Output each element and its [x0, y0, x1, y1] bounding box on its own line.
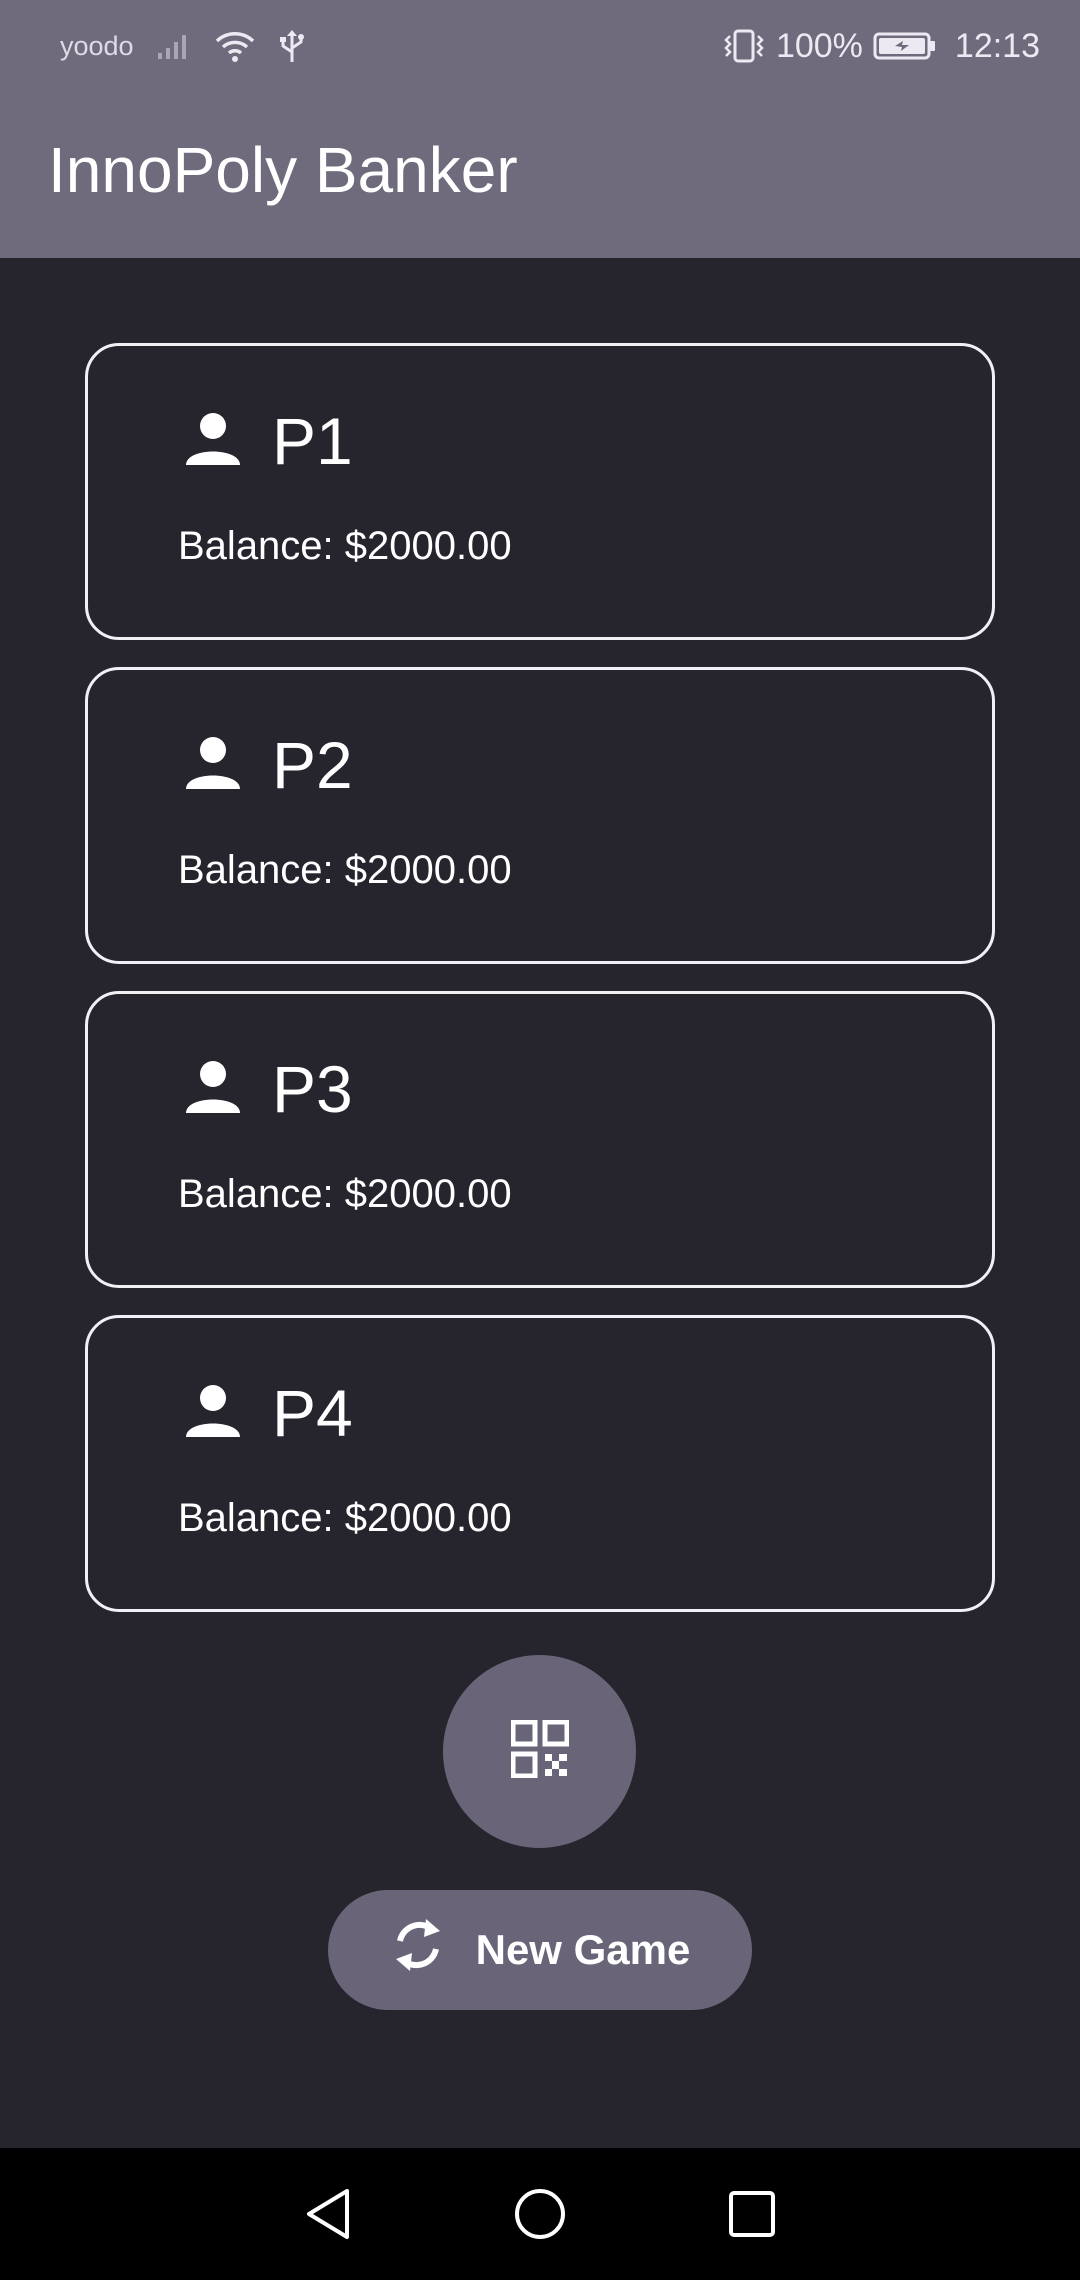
status-bar: yoodo 100% 12:13 — [0, 0, 1080, 92]
player-name: P3 — [272, 1052, 353, 1126]
player-card-header: P3 — [184, 1056, 353, 1122]
player-name: P2 — [272, 728, 353, 802]
player-card-header: P1 — [184, 408, 353, 474]
player-list: P1 Balance: $2000.00 P2 Balance: $2000.0… — [85, 343, 995, 1639]
player-card-header: P4 — [184, 1380, 353, 1446]
player-balance: Balance: $2000.00 — [178, 848, 512, 892]
player-name: P1 — [272, 404, 353, 478]
person-icon — [184, 1059, 242, 1120]
system-nav-bar — [0, 2148, 1080, 2280]
person-icon — [184, 735, 242, 796]
status-right: 100% 12:13 — [722, 27, 1040, 66]
new-game-button[interactable]: New Game — [328, 1890, 752, 2010]
battery-percent: 100% — [775, 26, 863, 65]
player-card[interactable]: P4 Balance: $2000.00 — [85, 1315, 995, 1612]
player-card[interactable]: P2 Balance: $2000.00 — [85, 667, 995, 964]
battery-charging-icon — [873, 31, 937, 61]
wifi-icon — [214, 29, 256, 63]
home-circle-icon[interactable] — [513, 2187, 567, 2241]
player-balance: Balance: $2000.00 — [178, 1496, 512, 1540]
vibrate-icon — [722, 28, 766, 64]
status-left: yoodo — [60, 28, 722, 64]
signal-icon — [156, 31, 192, 61]
player-card[interactable]: P3 Balance: $2000.00 — [85, 991, 995, 1288]
refresh-icon — [390, 1913, 446, 1987]
clock: 12:13 — [954, 26, 1040, 65]
qr-code-icon — [510, 1719, 569, 1783]
recents-square-icon[interactable] — [727, 2189, 777, 2239]
person-icon — [184, 411, 242, 472]
app-title: InnoPoly Banker — [48, 134, 518, 206]
scan-qr-button[interactable] — [443, 1655, 636, 1848]
usb-icon — [278, 28, 306, 64]
player-name: P4 — [272, 1376, 353, 1450]
app-bar: InnoPoly Banker — [0, 92, 1080, 258]
player-balance: Balance: $2000.00 — [178, 1172, 512, 1216]
back-triangle-icon[interactable] — [303, 2187, 353, 2241]
player-card[interactable]: P1 Balance: $2000.00 — [85, 343, 995, 640]
player-card-header: P2 — [184, 732, 353, 798]
player-balance: Balance: $2000.00 — [178, 524, 512, 568]
new-game-label: New Game — [475, 1926, 691, 1973]
person-icon — [184, 1383, 242, 1444]
carrier-name: yoodo — [60, 30, 134, 61]
